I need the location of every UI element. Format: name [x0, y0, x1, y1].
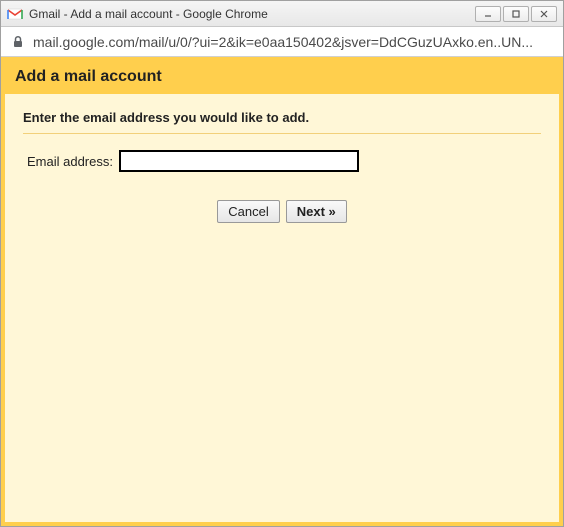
form-panel: Enter the email address you would like t… [5, 94, 559, 522]
window-controls [475, 6, 557, 22]
lock-icon [11, 35, 25, 49]
maximize-button[interactable] [503, 6, 529, 22]
instruction-text: Enter the email address you would like t… [23, 110, 541, 125]
chrome-window: Gmail - Add a mail account - Google Chro… [0, 0, 564, 527]
url-text[interactable]: mail.google.com/mail/u/0/?ui=2&ik=e0aa15… [33, 34, 553, 50]
cancel-button[interactable]: Cancel [217, 200, 279, 223]
divider [23, 133, 541, 134]
window-title: Gmail - Add a mail account - Google Chro… [29, 7, 469, 21]
close-button[interactable] [531, 6, 557, 22]
button-row: Cancel Next » [23, 200, 541, 223]
gmail-icon [7, 6, 23, 22]
email-input[interactable] [119, 150, 359, 172]
email-label: Email address: [27, 154, 113, 169]
page-content: Add a mail account Enter the email addre… [1, 57, 563, 526]
minimize-button[interactable] [475, 6, 501, 22]
page-heading: Add a mail account [5, 61, 559, 94]
window-titlebar: Gmail - Add a mail account - Google Chro… [1, 1, 563, 27]
next-button[interactable]: Next » [286, 200, 347, 223]
address-bar: mail.google.com/mail/u/0/?ui=2&ik=e0aa15… [1, 27, 563, 57]
email-row: Email address: [27, 150, 541, 172]
